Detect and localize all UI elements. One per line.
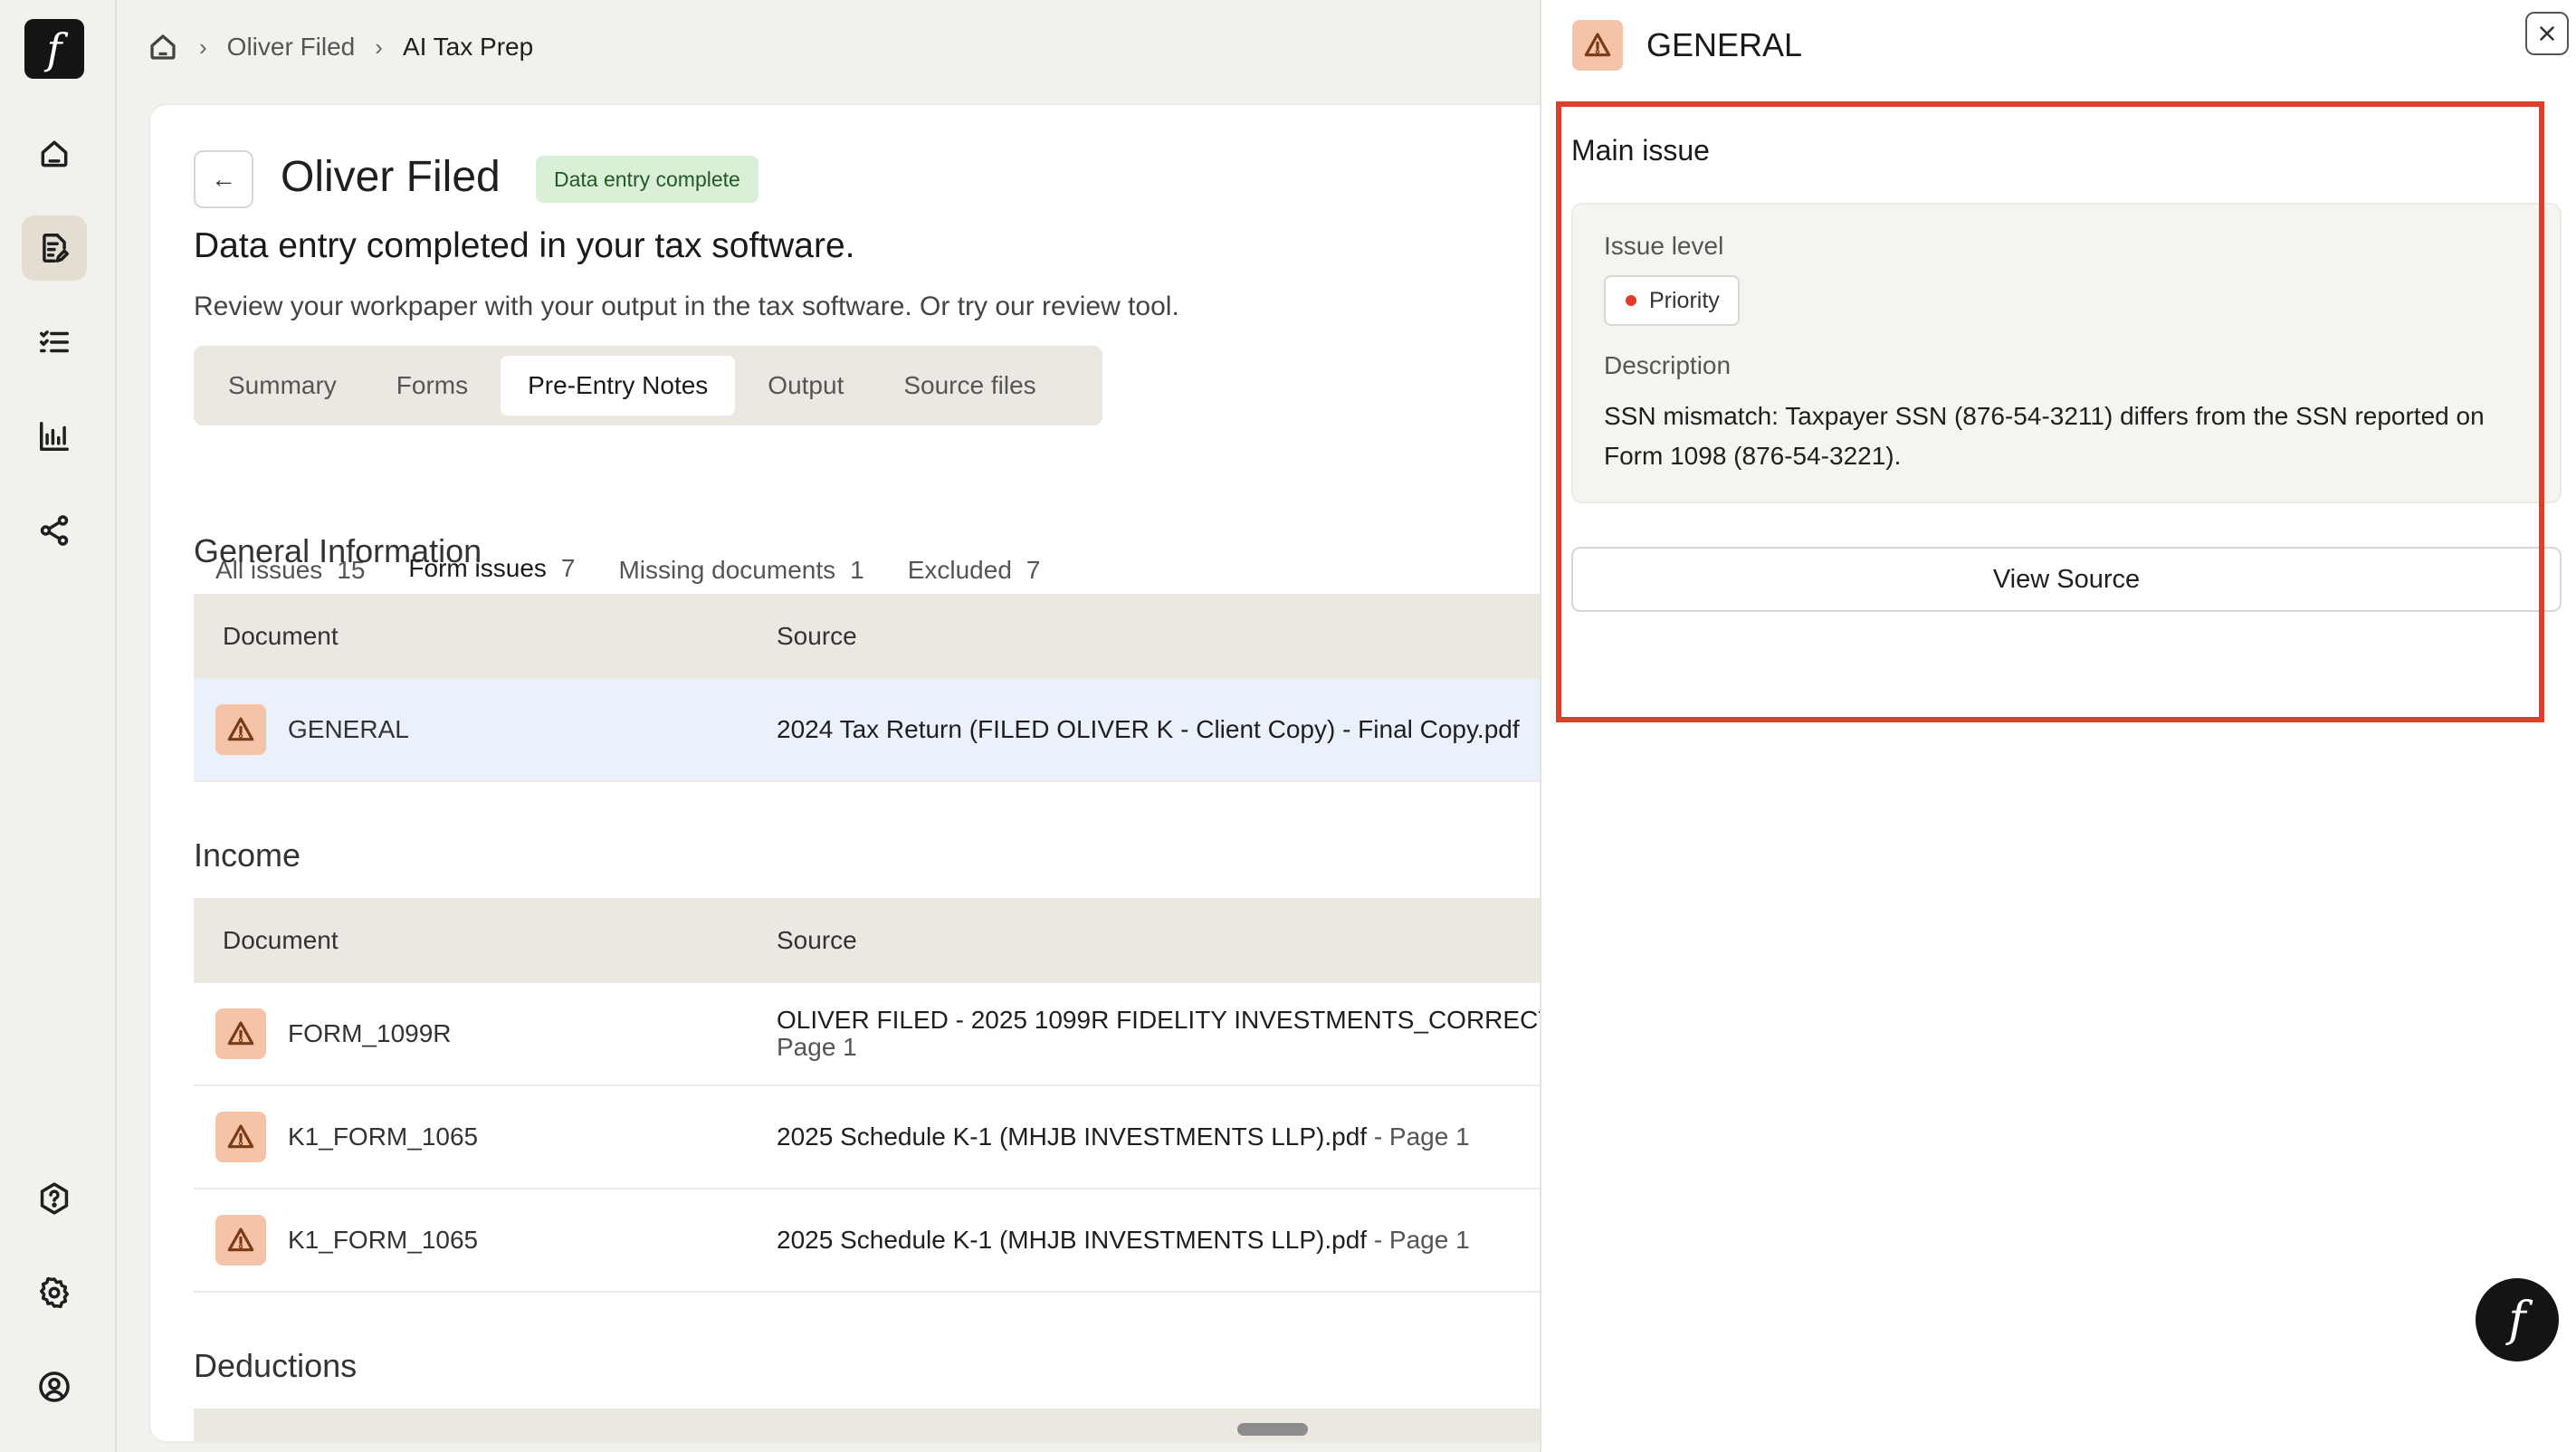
row-page: - Page 1 — [1367, 1122, 1470, 1151]
tab-source-files[interactable]: Source files — [876, 356, 1063, 416]
panel-title: GENERAL — [1646, 26, 1803, 63]
checklist-icon — [40, 330, 69, 353]
panel-header: GENERAL — [1572, 20, 1802, 71]
assistant-glyph: f — [2508, 1293, 2526, 1347]
table-header: Document Source — [194, 594, 1559, 679]
table-row[interactable]: FORM_1099R OLIVER FILED - 2025 1099R FID… — [194, 983, 1559, 1086]
row-source: 2025 Schedule K-1 (MHJB INVESTMENTS LLP)… — [777, 1122, 1368, 1151]
nav-analytics[interactable] — [22, 404, 87, 469]
section-title-general: General Information — [194, 532, 482, 569]
row-document: K1_FORM_1065 — [288, 1226, 479, 1254]
page-heading: Data entry completed in your tax softwar… — [194, 226, 855, 265]
nav-tax-prep[interactable] — [22, 215, 87, 281]
table-row[interactable]: GENERAL 2024 Tax Return (FILED OLIVER K … — [194, 679, 1559, 782]
close-button[interactable] — [2525, 12, 2569, 55]
nav-profile[interactable] — [22, 1354, 87, 1419]
nav-settings[interactable] — [22, 1260, 87, 1325]
table-header — [194, 1409, 1559, 1441]
row-page: Page 1 — [777, 1033, 857, 1061]
row-document: FORM_1099R — [288, 1019, 452, 1047]
breadcrumb: › Oliver Filed › AI Tax Prep — [147, 27, 533, 67]
row-document: K1_FORM_1065 — [288, 1122, 479, 1151]
scroll-handle[interactable] — [1237, 1423, 1308, 1436]
general-table: Document Source GENERAL 2024 Tax Return … — [194, 594, 1559, 782]
table-row[interactable]: K1_FORM_1065 2025 Schedule K-1 (MHJB INV… — [194, 1189, 1559, 1293]
close-icon — [2540, 26, 2554, 41]
warning-triangle-icon — [215, 1112, 266, 1162]
warning-triangle-icon — [1572, 20, 1623, 71]
table-header: Document Source — [194, 898, 1559, 983]
chevron-right-icon: › — [375, 33, 383, 61]
nav-checklist[interactable] — [22, 310, 87, 375]
highlight-frame — [1556, 101, 2544, 722]
logo-glyph: f — [46, 24, 62, 73]
row-source: 2025 Schedule K-1 (MHJB INVESTMENTS LLP)… — [777, 1226, 1368, 1254]
subtab-count: 7 — [560, 554, 576, 582]
warning-triangle-icon — [215, 1008, 266, 1059]
page-subheading: Review your workpaper with your output i… — [194, 291, 1179, 321]
row-document: GENERAL — [288, 715, 409, 743]
status-badge: Data entry complete — [536, 156, 758, 203]
deductions-table — [194, 1409, 1559, 1441]
tab-pre-entry-notes[interactable]: Pre-Entry Notes — [501, 356, 736, 416]
document-edit-icon — [43, 234, 69, 263]
tab-summary[interactable]: Summary — [201, 356, 364, 416]
subtab-count: 7 — [1026, 556, 1041, 584]
row-page: - Page 1 — [1367, 1226, 1470, 1254]
assistant-button[interactable]: f — [2476, 1278, 2559, 1361]
subtab-label: Missing documents — [618, 556, 836, 584]
column-document: Document — [223, 622, 339, 650]
chevron-right-icon: › — [199, 33, 207, 61]
arrow-left-icon: ← — [211, 165, 236, 193]
income-table: Document Source FORM_1099R OLIVER FILED … — [194, 898, 1559, 1293]
tab-bar: Summary Forms Pre-Entry Notes Output Sou… — [194, 346, 1102, 425]
column-document: Document — [223, 926, 339, 954]
table-row[interactable]: K1_FORM_1065 2025 Schedule K-1 (MHJB INV… — [194, 1086, 1559, 1189]
subtab-label: Excluded — [907, 556, 1012, 584]
chart-icon — [40, 422, 69, 451]
column-source: Source — [777, 926, 857, 954]
main-card: ← Oliver Filed Data entry complete Data … — [148, 103, 1560, 1443]
user-icon — [39, 1371, 70, 1402]
nav-home[interactable] — [22, 121, 87, 186]
row-source: 2024 Tax Return (FILED OLIVER K - Client… — [777, 715, 1520, 743]
page-title: Oliver Filed — [281, 153, 501, 201]
help-icon — [40, 1182, 69, 1215]
gear-icon — [40, 1276, 69, 1309]
left-rail: f — [0, 0, 117, 1452]
nav-help[interactable] — [22, 1166, 87, 1231]
column-source: Source — [777, 622, 857, 650]
issue-detail-panel: GENERAL Main issue Issue level Priority … — [1540, 0, 2576, 1452]
tab-forms[interactable]: Forms — [369, 356, 495, 416]
share-icon — [40, 515, 69, 546]
tab-output[interactable]: Output — [740, 356, 871, 416]
breadcrumb-client[interactable]: Oliver Filed — [227, 33, 356, 62]
section-title-income: Income — [194, 836, 301, 874]
breadcrumb-current[interactable]: AI Tax Prep — [403, 33, 533, 62]
section-title-deductions: Deductions — [194, 1347, 358, 1384]
nav-share[interactable] — [22, 498, 87, 563]
home-icon — [41, 140, 68, 167]
subtab-count: 1 — [850, 556, 864, 584]
warning-triangle-icon — [215, 704, 266, 755]
back-button[interactable]: ← — [194, 150, 253, 208]
app-logo[interactable]: f — [24, 19, 84, 79]
warning-triangle-icon — [215, 1215, 266, 1266]
row-source: OLIVER FILED - 2025 1099R FIDELITY INVES… — [777, 1006, 1554, 1034]
home-icon[interactable] — [147, 31, 179, 63]
